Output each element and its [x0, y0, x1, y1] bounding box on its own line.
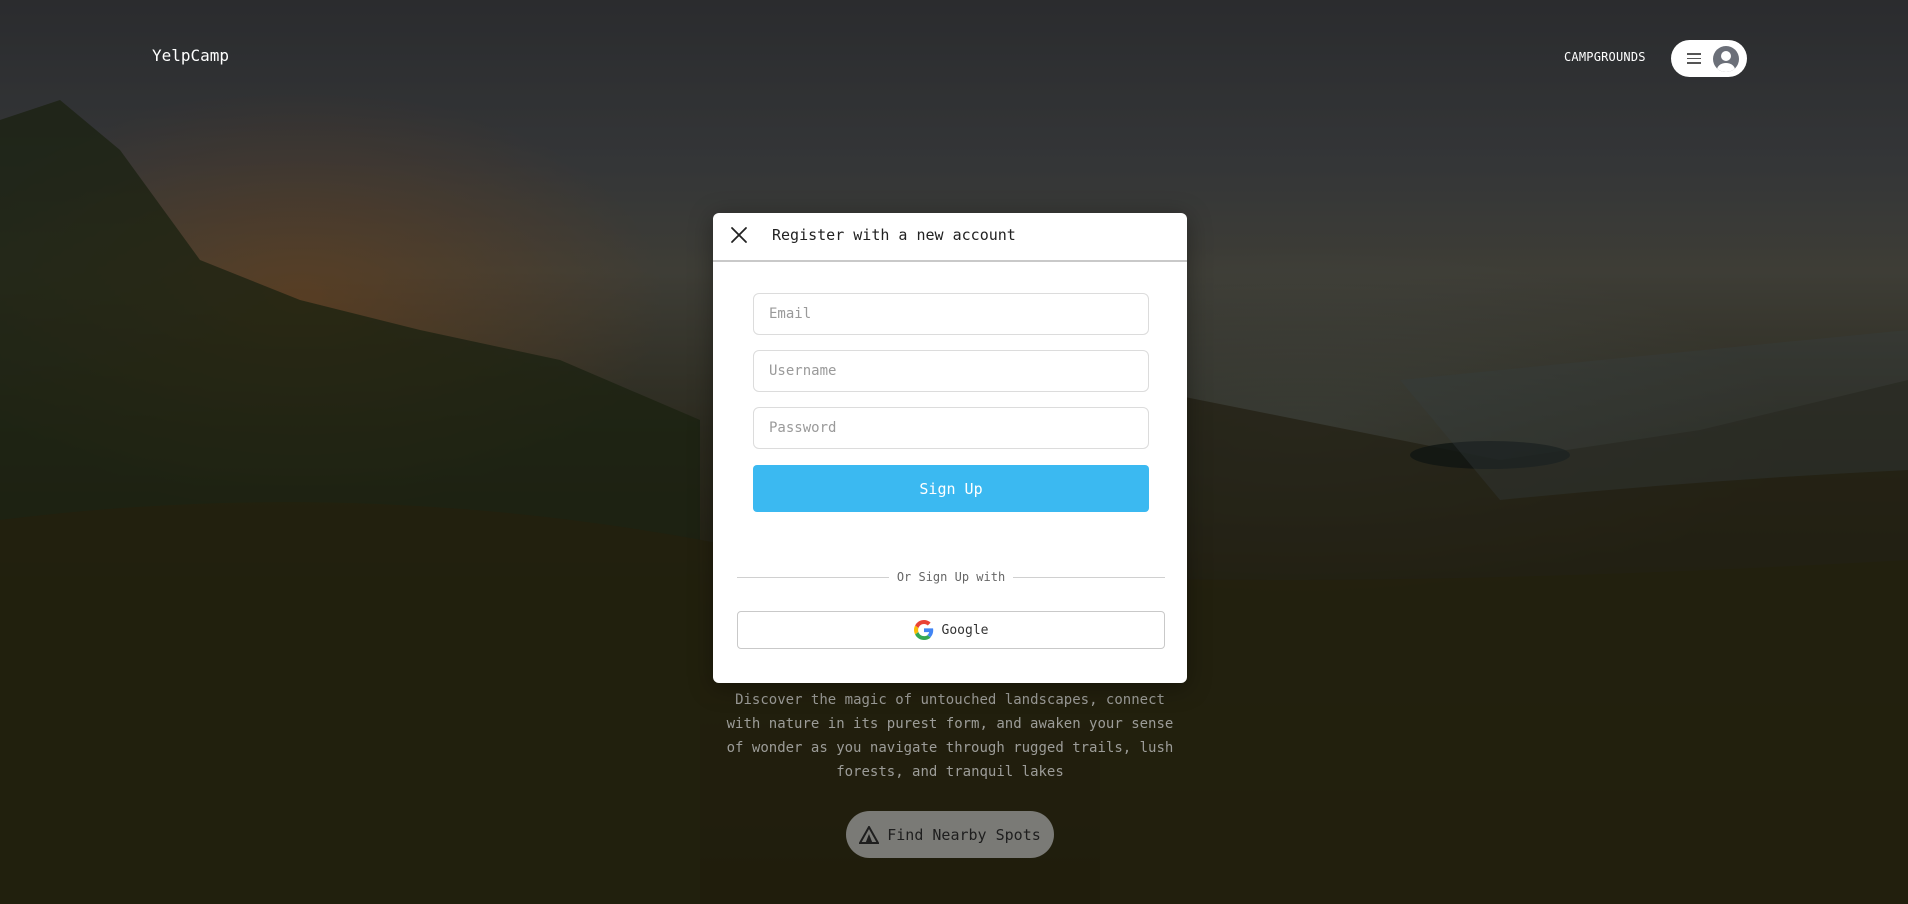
close-icon	[731, 227, 747, 243]
user-menu-button[interactable]	[1671, 40, 1747, 77]
hero-description: Discover the magic of untouched landscap…	[726, 692, 1174, 780]
nav-link-campgrounds[interactable]: CAMPGROUNDS	[1564, 50, 1646, 64]
find-nearby-spots-label: Find Nearby Spots	[887, 825, 1041, 844]
hamburger-icon	[1687, 53, 1701, 64]
modal-header: Register with a new account	[713, 213, 1187, 262]
site-logo[interactable]: YelpCamp	[152, 46, 229, 65]
close-button[interactable]	[729, 225, 749, 245]
divider-line-left	[737, 576, 889, 578]
divider-text: Or Sign Up with	[896, 570, 1006, 584]
divider-line-right	[1013, 576, 1165, 578]
sign-up-button[interactable]: Sign Up	[753, 465, 1149, 512]
user-avatar-icon	[1713, 45, 1739, 72]
or-divider: Or Sign Up with	[737, 570, 1165, 584]
tent-icon	[859, 825, 880, 844]
google-signup-button[interactable]: Google	[737, 611, 1165, 649]
find-nearby-spots-button[interactable]: Find Nearby Spots	[846, 811, 1054, 858]
modal-title: Register with a new account	[772, 226, 1016, 244]
google-icon	[913, 620, 933, 640]
password-field[interactable]	[753, 407, 1149, 449]
email-field[interactable]	[753, 293, 1149, 335]
register-modal: Register with a new account Sign Up Or S…	[713, 213, 1187, 683]
google-label: Google	[941, 622, 989, 638]
username-field[interactable]	[753, 350, 1149, 392]
